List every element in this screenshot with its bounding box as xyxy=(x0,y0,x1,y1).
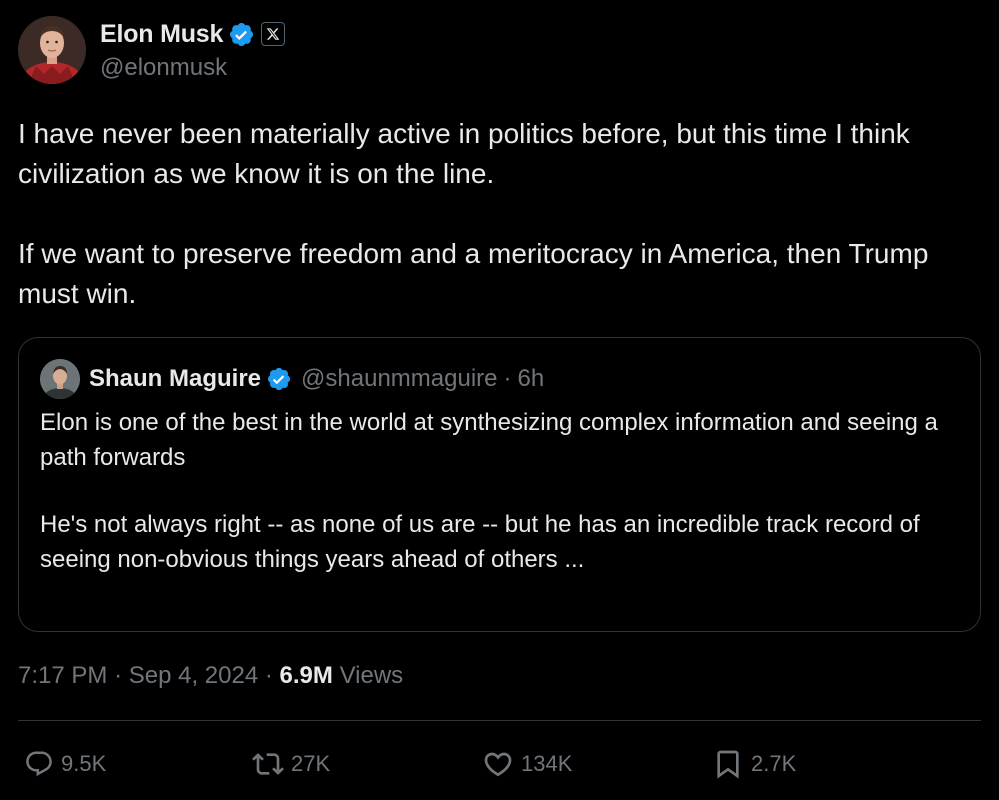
tweet-paragraph: If we want to preserve freedom and a mer… xyxy=(18,238,929,309)
x-logo-icon[interactable] xyxy=(261,22,286,46)
like-count: 134K xyxy=(521,751,573,776)
quote-author-handle[interactable]: @shaunmmaguire xyxy=(301,365,497,393)
bookmark-count: 2.7K xyxy=(751,751,797,776)
author-display-name[interactable]: Elon Musk xyxy=(100,20,223,49)
tweet-text: I have never been materially active in p… xyxy=(18,114,983,314)
tweet-date[interactable]: Sep 4, 2024 xyxy=(129,662,258,689)
quote-header: Shaun Maguire @shaunmmaguire · 6h xyxy=(89,363,544,395)
bookmark-button[interactable]: 2.7K xyxy=(712,742,796,786)
tweet-time[interactable]: 7:17 PM xyxy=(18,662,107,689)
quote-text: Elon is one of the best in the world at … xyxy=(40,405,960,577)
author-name-row: Elon Musk xyxy=(100,19,286,49)
reply-icon xyxy=(24,749,54,779)
like-button[interactable]: 134K xyxy=(482,742,572,786)
quote-author-name[interactable]: Shaun Maguire xyxy=(89,365,261,393)
reply-button[interactable]: 9.5K xyxy=(24,742,106,786)
meta-separator: · xyxy=(264,662,273,689)
views-label: Views xyxy=(339,662,404,689)
tweet-detail: Elon Musk @elonmusk I have never been ma… xyxy=(0,0,999,800)
verified-badge-icon[interactable] xyxy=(228,21,255,48)
quoted-tweet-card[interactable]: Shaun Maguire @shaunmmaguire · 6h Elon i… xyxy=(18,337,981,632)
action-bar: 9.5K 27K 134K 2.7K xyxy=(18,742,981,786)
reply-count: 9.5K xyxy=(61,751,107,776)
views-count[interactable]: 6.9M xyxy=(280,662,333,689)
quote-paragraph: He's not always right -- as none of us a… xyxy=(40,511,920,573)
meta-separator: · xyxy=(114,662,123,689)
tweet-meta: 7:17 PM · Sep 4, 2024 · 6.9M Views xyxy=(18,662,403,690)
retweet-button[interactable]: 27K xyxy=(252,742,330,786)
quote-paragraph: Elon is one of the best in the world at … xyxy=(40,409,938,471)
author-avatar[interactable] xyxy=(18,16,86,84)
verified-badge-icon[interactable] xyxy=(266,366,292,392)
divider xyxy=(18,720,981,721)
quote-timestamp[interactable]: 6h xyxy=(517,365,544,393)
bookmark-icon xyxy=(712,748,744,780)
tweet-paragraph: I have never been materially active in p… xyxy=(18,118,910,189)
quote-separator: · xyxy=(503,365,512,392)
retweet-count: 27K xyxy=(291,751,331,776)
quote-author-avatar[interactable] xyxy=(40,359,80,399)
author-handle[interactable]: @elonmusk xyxy=(100,54,227,82)
retweet-icon xyxy=(252,748,284,780)
heart-icon xyxy=(482,748,514,780)
